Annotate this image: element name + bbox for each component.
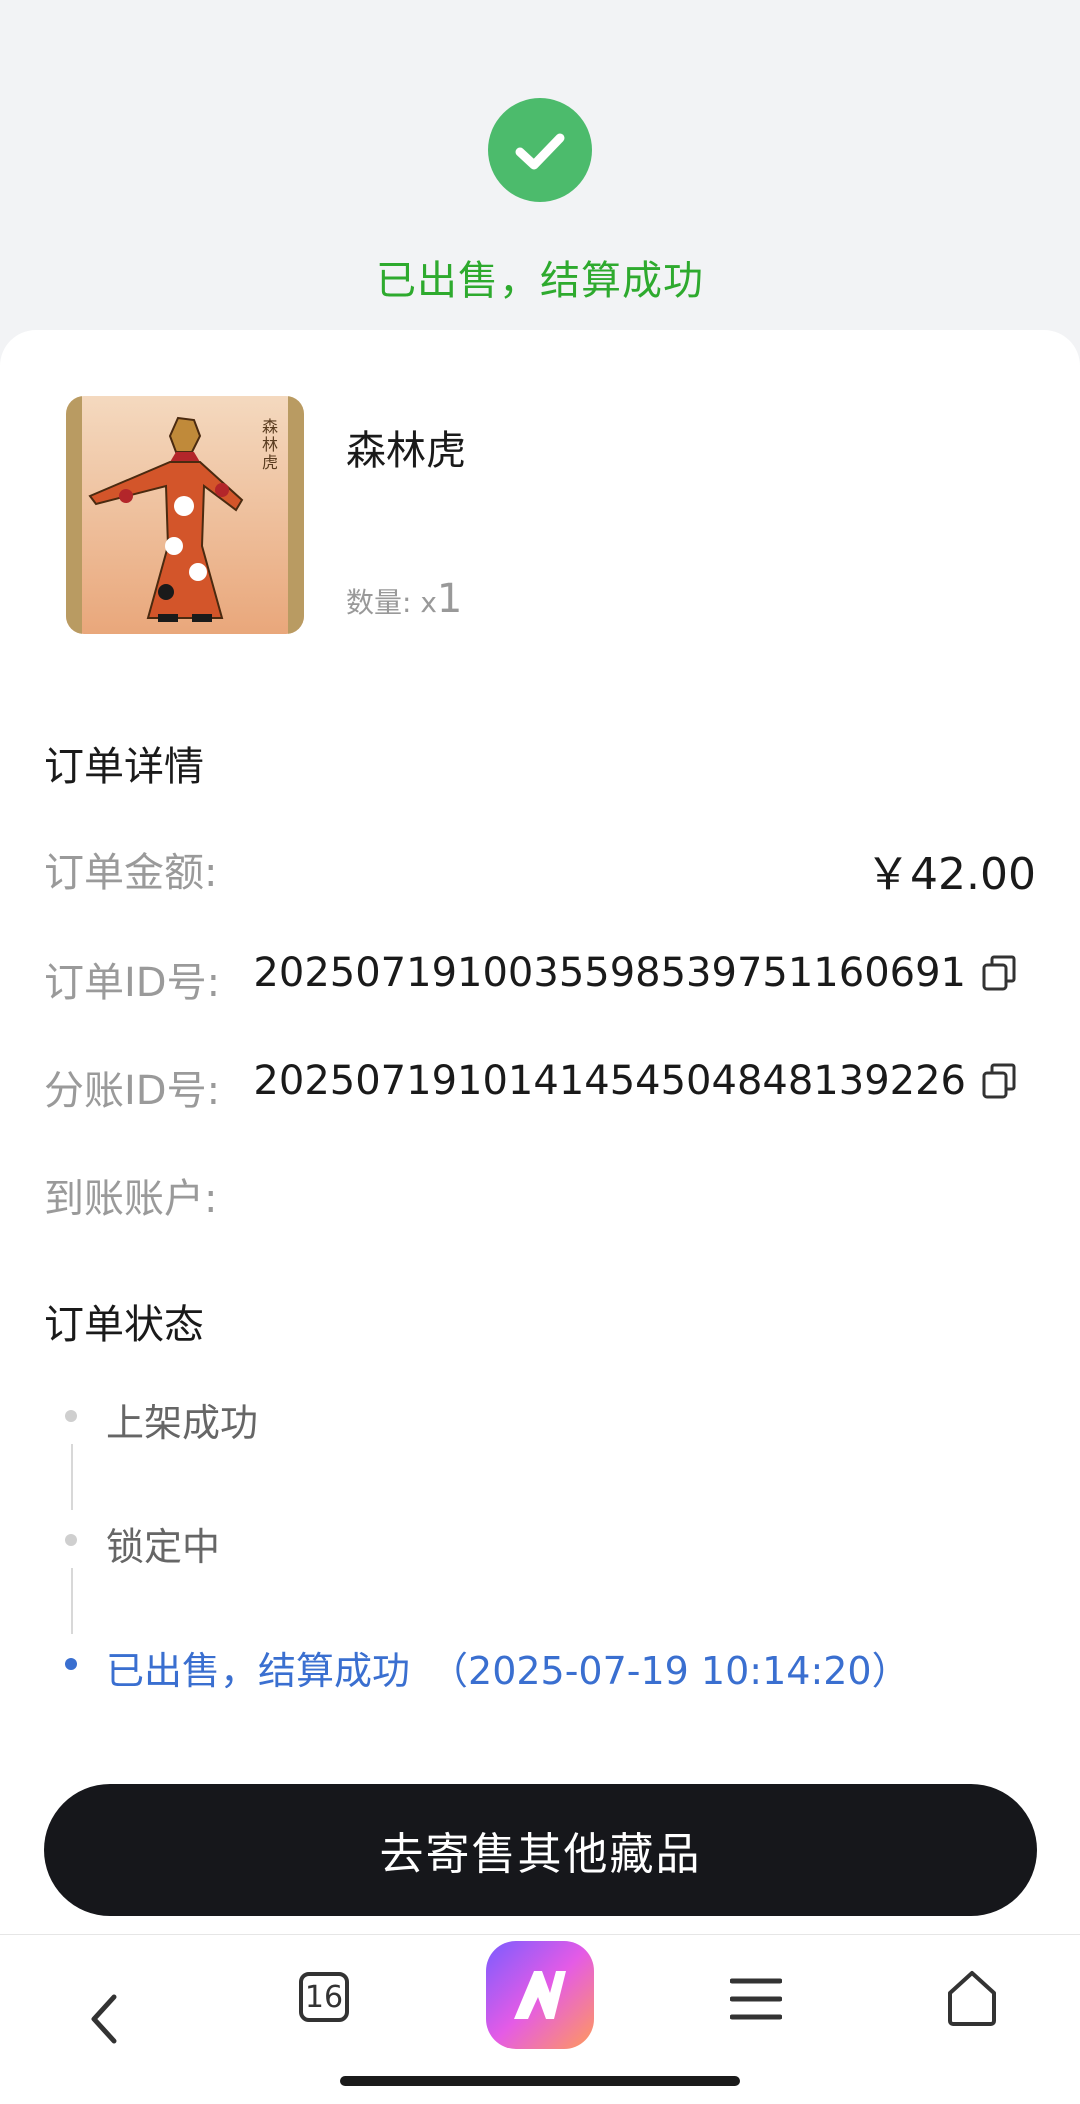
timeline-step-listed: 上架成功 <box>106 1401 259 1445</box>
menu-icon[interactable] <box>729 1975 783 2027</box>
consign-other-button[interactable]: 去寄售其他藏品 <box>44 1784 1037 1916</box>
copy-icon[interactable] <box>980 1061 1020 1101</box>
back-icon[interactable] <box>84 1991 128 2051</box>
order-id-row: 2025071910035598539751160691 <box>253 950 1020 996</box>
timeline-dot <box>65 1410 77 1422</box>
status-title: 已出售，结算成功 <box>376 258 704 304</box>
timeline-step-locked: 锁定中 <box>106 1525 221 1569</box>
tabs-count: 16 <box>304 1979 344 2015</box>
svg-text:虎: 虎 <box>262 453 278 472</box>
timeline-dot <box>65 1534 77 1546</box>
order-id-label: 订单ID号: <box>44 960 221 1006</box>
split-id-label: 分账ID号: <box>44 1068 221 1114</box>
home-indicator[interactable] <box>340 2076 740 2086</box>
app-logo-icon[interactable] <box>486 1941 594 2053</box>
product-image[interactable]: 森 林 虎 <box>66 396 304 634</box>
order-details-title: 订单详情 <box>44 744 204 790</box>
quantity-label: 数量: <box>346 586 412 619</box>
timeline-dot-active <box>65 1658 77 1670</box>
quantity-prefix: x <box>420 586 437 619</box>
order-status-title: 订单状态 <box>44 1302 204 1348</box>
timeline-step-sold-time: （2025-07-19 10:14:20） <box>430 1649 910 1693</box>
timeline-connector <box>71 1568 73 1634</box>
copy-icon[interactable] <box>980 953 1020 993</box>
svg-text:林: 林 <box>262 435 278 454</box>
timeline-connector <box>71 1444 73 1510</box>
split-id-row: 2025071910141454504848139226 <box>253 1058 1020 1104</box>
quantity-value: 1 <box>436 576 463 622</box>
order-amount-label: 订单金额: <box>44 850 218 896</box>
timeline-step-sold: 已出售，结算成功 （2025-07-19 10:14:20） <box>106 1640 910 1695</box>
svg-text:森: 森 <box>262 417 278 436</box>
account-label: 到账账户: <box>44 1176 218 1222</box>
product-quantity: 数量: x1 <box>346 576 462 622</box>
home-icon[interactable] <box>944 1969 1000 2031</box>
timeline-step-sold-label: 已出售，结算成功 <box>106 1649 411 1693</box>
status-header: 已出售，结算成功 <box>0 0 1080 330</box>
check-circle-icon <box>488 98 592 202</box>
split-id-value: 2025071910141454504848139226 <box>253 1058 966 1104</box>
product-name: 森林虎 <box>346 428 466 474</box>
order-amount-value: ￥42.00 <box>866 849 1036 900</box>
order-id-value: 2025071910035598539751160691 <box>253 950 966 996</box>
tabs-button[interactable]: 16 <box>298 1971 350 2027</box>
